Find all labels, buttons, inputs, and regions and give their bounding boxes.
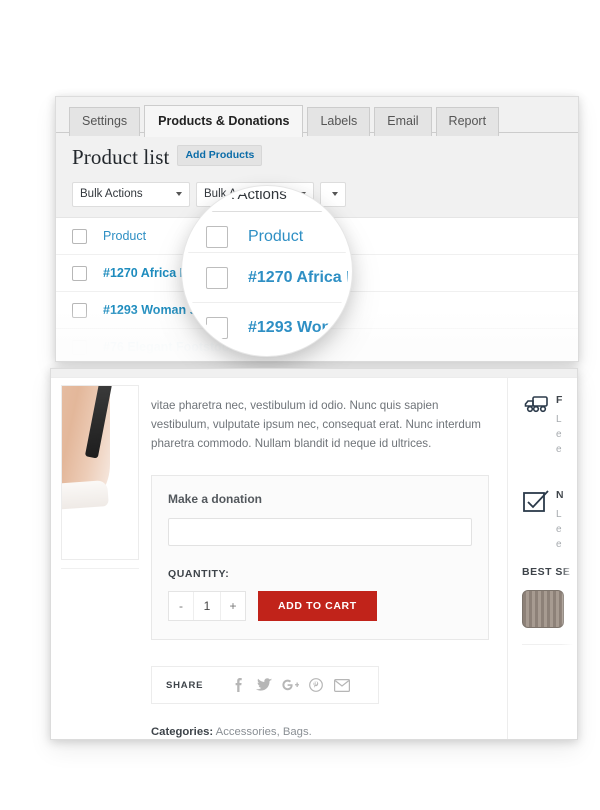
row-checkbox[interactable] <box>206 266 228 289</box>
storefront-sidebar: F L e e N L e e BEST SE <box>507 378 577 739</box>
list-header: Product list Add Products <box>56 133 578 170</box>
magnifier-content: Bulk Actions Product #1270 Africa Bag #1… <box>186 190 348 352</box>
delivery-truck-icon <box>522 394 556 457</box>
screenshot-root: Settings Products & Donations Labels Email R… <box>0 0 600 810</box>
product-image[interactable] <box>61 385 139 560</box>
sidebar-feature-title: N <box>556 489 564 501</box>
tab-email[interactable]: Email <box>374 107 432 136</box>
page-title: Product list <box>72 145 170 169</box>
sidebar-feature-title: F <box>556 394 563 406</box>
pinterest-icon[interactable] <box>303 678 329 692</box>
quantity-value[interactable]: 1 <box>193 592 221 620</box>
sidebar-feature-line: L <box>556 414 562 425</box>
storefront-topbar <box>51 369 577 378</box>
sidebar-feature-line: e <box>556 444 562 455</box>
sidebar-feature: N L e e <box>522 489 577 552</box>
product-gallery <box>51 378 139 739</box>
sidebar-feature-lines: L e e <box>556 507 564 552</box>
select-all-checkbox[interactable] <box>206 226 228 248</box>
magnified-product-link[interactable]: #1270 Africa Bag <box>248 269 348 287</box>
magnified-bulk-actions-select[interactable]: Bulk Actions <box>194 190 344 212</box>
magnified-table-row[interactable]: #1270 Africa Bag <box>186 252 348 302</box>
bulk-actions-value: Bulk Actions <box>80 188 143 200</box>
row-checkbox[interactable] <box>72 265 87 281</box>
gallery-thumbnails[interactable] <box>61 568 139 728</box>
google-plus-icon[interactable] <box>277 678 303 692</box>
quantity-label: QUANTITY: <box>168 568 230 580</box>
chevron-down-icon <box>176 192 182 196</box>
product-main-column: vitae pharetra nec, vestibulum id odio. … <box>139 378 507 739</box>
product-photo-bag <box>62 480 109 510</box>
add-products-button[interactable]: Add Products <box>177 145 263 166</box>
product-description: vitae pharetra nec, vestibulum id odio. … <box>151 399 481 450</box>
quantity-stepper[interactable]: - 1 + <box>168 591 246 621</box>
storefront-product-panel: vitae pharetra nec, vestibulum id odio. … <box>50 368 578 740</box>
storefront-body: vitae pharetra nec, vestibulum id odio. … <box>51 378 577 739</box>
row-checkbox[interactable] <box>72 339 87 355</box>
admin-tabstrip: Settings Products & Donations Labels Email R… <box>56 97 578 137</box>
sidebar-feature-line: e <box>556 539 562 550</box>
quantity-increase-button[interactable]: + <box>221 592 245 620</box>
magnified-select-value: Bulk Actions <box>205 190 287 203</box>
categories-value[interactable]: Accessories, Bags. <box>216 726 312 738</box>
tab-report[interactable]: Report <box>435 107 500 136</box>
sidebar-feature-line: L <box>556 509 562 520</box>
quantity-decrease-button[interactable]: - <box>169 592 193 620</box>
donation-box: Make a donation QUANTITY: - 1 + ADD TO C… <box>151 475 489 640</box>
categories-label: Categories: <box>151 726 214 738</box>
magnified-product-link[interactable]: #1293 Woman suit <box>248 319 348 337</box>
tab-labels[interactable]: Labels <box>307 107 371 136</box>
best-sellers-title: BEST SE <box>522 566 571 578</box>
donation-title: Make a donation <box>168 492 263 506</box>
bulk-actions-select[interactable]: Bulk Actions <box>72 182 190 207</box>
row-checkbox[interactable] <box>72 302 87 318</box>
share-label: SHARE <box>166 679 204 691</box>
add-to-cart-button[interactable]: ADD TO CART <box>258 591 377 621</box>
categories-line: Categories: Accessories, Bags. <box>151 726 489 738</box>
column-header-product: Product <box>103 229 147 243</box>
sidebar-feature-lines: L e e <box>556 412 562 457</box>
magnified-table-row[interactable]: #1293 Woman suit <box>186 302 348 352</box>
sidebar-feature-line: e <box>556 524 562 535</box>
chevron-down-icon <box>322 192 332 198</box>
best-seller-product-image[interactable] <box>522 590 564 628</box>
share-box: SHARE <box>151 666 379 704</box>
facebook-icon[interactable] <box>225 678 251 692</box>
donation-amount-input[interactable] <box>168 518 472 546</box>
row-checkbox[interactable] <box>206 316 228 339</box>
sidebar-divider <box>522 644 577 645</box>
tab-settings[interactable]: Settings <box>69 107 141 136</box>
email-icon[interactable] <box>329 678 355 692</box>
magnified-column-header: Product <box>248 228 304 245</box>
sidebar-feature-line: e <box>556 429 562 440</box>
magnifier-lens: Bulk Actions Product #1270 Africa Bag #1… <box>182 186 352 356</box>
check-box-icon <box>522 489 556 552</box>
twitter-icon[interactable] <box>251 678 277 692</box>
select-all-checkbox[interactable] <box>72 228 87 244</box>
sidebar-feature: F L e e <box>522 394 577 457</box>
tab-products-and-donations[interactable]: Products & Donations <box>144 105 304 137</box>
quantity-row: - 1 + ADD TO CART <box>168 591 472 621</box>
